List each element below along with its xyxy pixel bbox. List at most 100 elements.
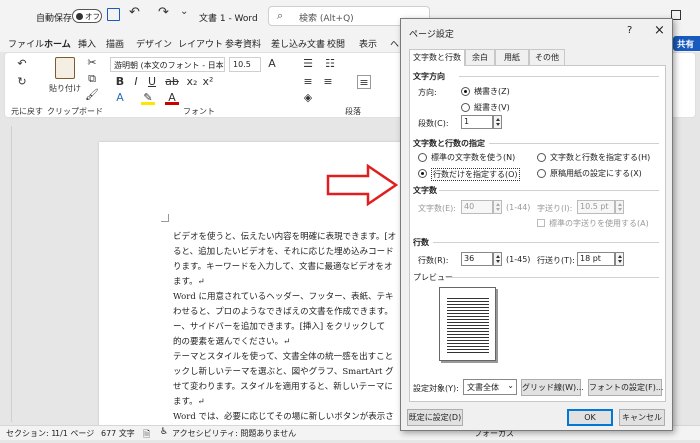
tab-paper[interactable]: 用紙	[495, 49, 529, 65]
tab-design[interactable]: デザイン	[136, 37, 172, 50]
document-line[interactable]: Word に用意されているヘッダー、フッター、表紙、テキ	[173, 290, 433, 305]
tab-references[interactable]: 参考資料	[225, 37, 261, 50]
format-painter-icon[interactable]: 🖌	[85, 88, 99, 102]
status-words[interactable]: 677 文字	[101, 428, 135, 439]
vertical-ruler	[2, 126, 12, 422]
redo-button-icon[interactable]: ↻	[15, 75, 29, 89]
numbering-icon[interactable]: ☷	[323, 57, 337, 71]
save-icon[interactable]	[107, 8, 120, 21]
tab-chars-lines[interactable]: 文字数と行数	[409, 49, 465, 66]
grid-standard-radio[interactable]	[418, 153, 427, 162]
document-line[interactable]: ビデオを使うと、伝えたい内容を明確に表現できます。[オ	[173, 230, 433, 245]
clipboard-group-label: クリップボード	[47, 107, 103, 116]
line-pitch-spinner[interactable]	[615, 252, 624, 266]
document-line[interactable]: 的の要素を選んでください。↵	[173, 335, 433, 350]
status-page[interactable]: 1/1 ページ	[55, 428, 94, 439]
align-center-icon[interactable]: ≡	[321, 75, 335, 89]
tab-home[interactable]: ホーム	[44, 37, 71, 54]
document-line[interactable]: Word では、必要に応じてその場に新しいボタンが表示さ	[173, 410, 433, 425]
tab-draw[interactable]: 描画	[106, 37, 124, 50]
tab-review[interactable]: 校閲	[327, 37, 345, 50]
text-effects-icon[interactable]: A	[113, 91, 127, 105]
standard-pitch-checkbox[interactable]	[537, 219, 545, 227]
tab-other[interactable]: その他	[529, 49, 565, 65]
share-button[interactable]: 共有	[673, 36, 700, 51]
document-line[interactable]: わせると、プロのようなできばえの文書を作成できます。	[173, 305, 433, 320]
paste-icon[interactable]	[55, 57, 75, 79]
superscript-icon[interactable]: x²	[201, 75, 215, 89]
tab-help[interactable]: ヘ	[390, 37, 399, 50]
status-section[interactable]: セクション: 1	[6, 428, 56, 439]
tab-mailings[interactable]: 差し込み文書	[271, 37, 325, 50]
tab-margins[interactable]: 余白	[465, 49, 495, 65]
proofing-icon[interactable]: 🗎	[143, 427, 150, 443]
undo-icon[interactable]: ↶	[129, 5, 140, 20]
columns-spinner[interactable]	[493, 115, 502, 129]
bold-icon[interactable]: B	[113, 75, 127, 89]
grid-standard-label[interactable]: 標準の文字数を使う(N)	[431, 152, 515, 163]
font-name-box[interactable]: 游明朝 (本文のフォント - 日本語)	[110, 57, 225, 72]
set-default-button[interactable]: 既定に設定(D)	[407, 409, 463, 426]
horizontal-label[interactable]: 横書き(Z)	[474, 86, 510, 97]
chevron-down-icon: ⌄	[507, 381, 514, 390]
autosave-state: オフ	[85, 12, 100, 21]
underline-icon[interactable]: U	[145, 75, 159, 89]
strikethrough-icon[interactable]: ab	[165, 75, 179, 89]
vertical-label[interactable]: 縦書き(V)	[474, 102, 510, 113]
document-line[interactable]: ます。↵	[173, 395, 433, 410]
horizontal-radio[interactable]	[461, 87, 470, 96]
document-line[interactable]: ー、サイドバーを追加できます。[挿入] をクリックして	[173, 320, 433, 335]
char-pitch-input[interactable]: 10.5 pt	[577, 200, 615, 214]
justify-icon[interactable]: ≡	[357, 75, 371, 89]
font-size-box[interactable]: 10.5	[229, 57, 261, 72]
undo-button-icon[interactable]: ↶	[15, 57, 29, 71]
align-left-icon[interactable]: ≡	[301, 75, 315, 89]
columns-input[interactable]: 1	[461, 115, 493, 129]
document-line[interactable]: ます。↵	[173, 275, 433, 290]
ok-button[interactable]: OK	[567, 409, 613, 426]
autosave-toggle[interactable]: オフ	[72, 9, 102, 23]
tab-insert[interactable]: 挿入	[78, 37, 96, 50]
document-line[interactable]: せて変わります。スタイルを適用すると、新しいテーマに	[173, 380, 433, 395]
status-accessibility[interactable]: アクセシビリティ: 問題ありません	[172, 428, 296, 439]
tab-file[interactable]: ファイル	[8, 37, 44, 50]
close-icon[interactable]: ×	[654, 23, 665, 38]
lines-input[interactable]: 36	[461, 252, 493, 266]
tab-view[interactable]: 表示	[359, 37, 377, 50]
grid-lines-button[interactable]: グリッド線(W)...	[521, 379, 584, 396]
chars-spinner[interactable]	[493, 200, 502, 214]
apply-select[interactable]: 文書全体 ⌄	[463, 379, 517, 395]
customize-icon[interactable]: ⌄	[180, 6, 188, 17]
vertical-radio[interactable]	[461, 103, 470, 112]
tab-layout[interactable]: レイアウト	[178, 37, 223, 50]
subscript-icon[interactable]: x₂	[185, 75, 199, 89]
grid-manuscript-label[interactable]: 原稿用紙の設定にする(X)	[550, 168, 642, 179]
italic-icon[interactable]: I	[129, 75, 143, 89]
lines-spinner[interactable]	[493, 252, 502, 266]
grid-manuscript-radio[interactable]	[537, 169, 546, 178]
grid-chars-lines-label[interactable]: 文字数と行数を指定する(H)	[550, 152, 650, 163]
chars-input[interactable]: 40	[461, 200, 493, 214]
font-color-icon[interactable]: A	[165, 91, 179, 105]
line-pitch-input[interactable]: 18 pt	[577, 252, 615, 266]
font-settings-button[interactable]: フォントの設定(F)...	[588, 379, 663, 396]
document-line[interactable]: ックし新しいテーマを選ぶと、図やグラフ、SmartArt グ	[173, 365, 433, 380]
document-line[interactable]: ると、追加したいビデオを、それに応じた埋め込みコード	[173, 245, 433, 260]
grid-lines-only-label[interactable]: 行数だけを指定する(O)	[431, 168, 520, 181]
grid-chars-lines-radio[interactable]	[537, 153, 546, 162]
grid-lines-only-radio[interactable]	[418, 169, 427, 178]
shading-icon[interactable]: ◈	[301, 91, 315, 105]
help-icon[interactable]: ?	[627, 25, 632, 36]
grow-font-icon[interactable]: A	[265, 57, 279, 71]
paste-label[interactable]: 貼り付け	[49, 83, 81, 94]
bullets-icon[interactable]: ☰	[301, 57, 315, 71]
copy-icon[interactable]: ⧉	[85, 72, 99, 86]
standard-pitch-label[interactable]: 標準の字送りを使用する(A)	[549, 218, 649, 229]
cut-icon[interactable]: ✂	[85, 56, 99, 70]
redo-icon[interactable]: ↷	[158, 5, 169, 20]
char-pitch-spinner[interactable]	[615, 200, 624, 214]
cancel-button[interactable]: キャンセル	[619, 409, 665, 426]
highlight-icon[interactable]: ✎	[141, 91, 155, 105]
document-line[interactable]: ります。キーワードを入力して、文書に最適なビデオをオ	[173, 260, 433, 275]
document-line[interactable]: テーマとスタイルを使って、文書全体の統一感を出すこと	[173, 350, 433, 365]
